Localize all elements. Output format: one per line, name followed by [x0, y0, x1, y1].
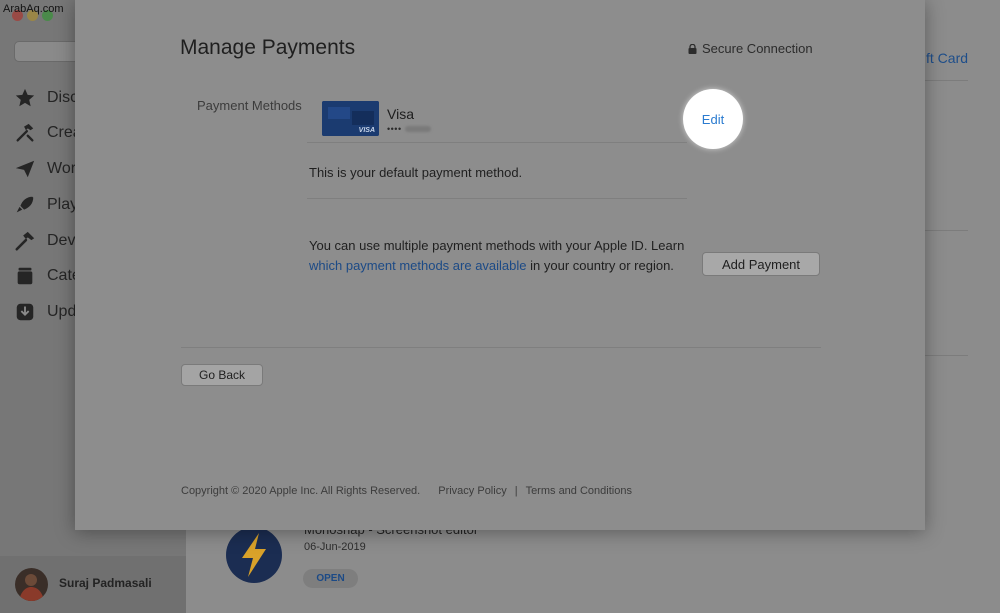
secure-connection: Secure Connection [688, 41, 813, 56]
multiple-methods-info: You can use multiple payment methods wit… [309, 236, 704, 276]
divider [181, 347, 821, 348]
app-icon[interactable] [226, 527, 282, 583]
add-payment-button[interactable]: Add Payment [702, 252, 820, 276]
copyright: Copyright © 2020 Apple Inc. All Rights R… [181, 485, 421, 497]
card-image: VISA [322, 101, 379, 136]
gift-card-link[interactable]: ft Card [926, 50, 968, 66]
rocket-icon [16, 196, 34, 213]
info-text: in your country or region. [526, 258, 674, 273]
manage-payments-sheet: Manage Payments Secure Connection Paymen… [75, 0, 925, 530]
available-methods-link[interactable]: which payment methods are available [309, 258, 527, 273]
sidebar-item-label: Upd [47, 303, 77, 320]
footer-separator: | [514, 485, 518, 497]
sidebar-item-label: Dev [47, 232, 76, 249]
open-button[interactable]: OPEN [303, 569, 358, 588]
divider [307, 142, 687, 143]
sidebar-item-label: Wor [47, 160, 77, 177]
avatar [15, 568, 48, 601]
edit-button[interactable]: Edit [683, 89, 743, 149]
stack-icon [17, 267, 33, 285]
hammer-brush-icon [16, 123, 34, 142]
privacy-policy-link[interactable]: Privacy Policy [438, 485, 506, 497]
page-title: Manage Payments [180, 36, 356, 59]
sidebar-item-label: Play [47, 196, 79, 213]
payment-methods-label: Payment Methods [197, 98, 302, 113]
watermark: ArabAq.com [3, 3, 64, 15]
download-icon [16, 303, 34, 321]
hammer-icon [15, 231, 35, 251]
default-method-note: This is your default payment method. [309, 165, 523, 180]
divider [307, 198, 687, 199]
lock-icon [688, 43, 697, 54]
go-back-button[interactable]: Go Back [181, 364, 263, 386]
star-icon [15, 88, 35, 107]
card-number-mask: •••• [387, 124, 402, 134]
card-number: •••• [387, 124, 431, 134]
card-brand: Visa [387, 106, 414, 122]
edit-label: Edit [701, 111, 725, 127]
info-text: You can use multiple payment methods wit… [309, 238, 685, 253]
user-name: Suraj Padmasali [59, 576, 152, 590]
sidebar-item-label: Disc [47, 89, 79, 106]
terms-link[interactable]: Terms and Conditions [526, 485, 632, 497]
footer: Copyright © 2020 Apple Inc. All Rights R… [181, 485, 632, 497]
secure-connection-label: Secure Connection [702, 41, 813, 56]
blurred-card-digits [404, 126, 431, 132]
paper-plane-icon [15, 160, 35, 178]
card-brand-mark: VISA [358, 127, 375, 134]
app-date: 06-Jun-2019 [304, 541, 366, 553]
